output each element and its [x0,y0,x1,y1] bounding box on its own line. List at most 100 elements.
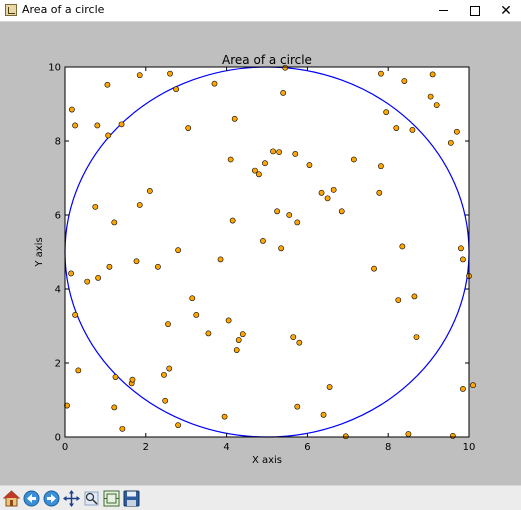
scatter-point [409,127,416,133]
scatter-point [378,70,384,77]
scatter-point [105,132,112,139]
y-tick-label: 0 [55,433,61,444]
scatter-point [306,162,313,168]
minimize-button[interactable] [428,0,458,21]
y-tick-label: 2 [55,359,61,370]
scatter-point [162,397,169,404]
navigation-toolbar [0,485,521,510]
scatter-point [378,163,384,170]
scatter-point [330,186,337,193]
scatter-point [405,431,412,437]
scatter-point [231,115,238,122]
scatter-point [458,245,464,252]
x-axis-label: X axis [252,455,282,466]
zoom-button[interactable] [82,489,101,508]
home-button[interactable] [2,489,21,508]
scatter-point [227,156,234,163]
scatter-point [449,432,456,439]
scatter-point [460,385,466,392]
save-button[interactable] [122,489,141,508]
title-bar: Area of a circle ✕ [0,0,521,22]
scatter-point [470,382,476,389]
scatter-point [166,365,173,372]
scatter-point [262,160,268,167]
x-tick-label: 0 [62,442,68,453]
x-tick-label: 8 [385,442,391,453]
scatter-point [324,195,331,202]
scatter-point [92,203,99,210]
scatter-point [111,404,118,411]
scatter-point [276,149,283,156]
x-tick-label: 6 [304,442,310,453]
scatter-point [205,330,212,337]
scatter-point [119,425,126,432]
scatter-point [338,208,345,215]
scatter-point [399,243,406,250]
scatter-point [175,422,182,429]
scatter-point [68,106,75,113]
scatter-point [447,139,454,146]
scatter-point [292,151,299,157]
scatter-point [111,219,118,226]
scatter-point [161,371,167,378]
scatter-point [112,374,119,380]
scatter-point [274,208,280,215]
scatter-point [280,90,287,96]
scatter-point [129,376,136,383]
minimize-icon [438,10,448,11]
scatter-point [175,247,182,254]
y-tick-label: 10 [48,63,61,74]
scatter-point [401,78,408,84]
scatter-point [84,278,91,285]
save-icon [123,490,140,506]
scatter-point [104,81,111,88]
scatter-point [278,245,285,252]
maximize-icon [470,5,480,16]
configure-subplots-button[interactable] [102,489,121,508]
scatter-point [155,263,161,270]
scatter-point [411,293,418,300]
configure-subplots-icon [103,490,120,506]
scatter-point [106,263,113,270]
scatter-point [217,256,224,263]
back-button[interactable] [22,489,41,508]
forward-button[interactable] [42,489,61,508]
scatter-point [211,80,218,87]
scatter-point [118,121,125,128]
scatter-point [185,125,192,131]
figure-canvas[interactable]: 0 2 4 6 8 10 0 2 4 6 8 10 Area of a circle X axis Y ax… [0,22,521,484]
scatter-point [146,188,153,194]
y-tick-label: 6 [55,211,61,222]
scatter-point [453,128,460,135]
y-tick-label: 8 [55,137,61,148]
scatter-point [413,334,420,340]
close-button[interactable]: ✕ [491,0,521,21]
app-icon [5,4,17,16]
scatter-point [165,321,171,328]
home-icon [3,489,20,506]
maximize-button[interactable] [460,0,490,21]
pan-button[interactable] [62,489,81,508]
scatter-point [68,270,74,277]
scatter-point [326,384,333,390]
scatter-point [167,70,173,77]
scatter-point [256,171,262,178]
scatter-point [371,265,377,272]
y-tick-label: 4 [55,285,61,296]
scatter-point [260,237,266,244]
pan-icon [63,489,80,507]
scatter-point [429,71,436,78]
scatter-point [376,189,383,196]
scatter-point [189,295,196,302]
x-tick-label: 4 [223,442,229,453]
forward-arrow-icon [43,490,60,506]
scatter-point [296,339,303,346]
scatter-point [75,367,82,374]
scatter-point [350,156,357,163]
scatter-point [72,311,78,318]
scatter-point [193,311,200,318]
scatter-point [270,148,276,155]
scatter-point [95,274,102,281]
scatter-point [136,72,143,79]
scatter-point [286,212,293,218]
